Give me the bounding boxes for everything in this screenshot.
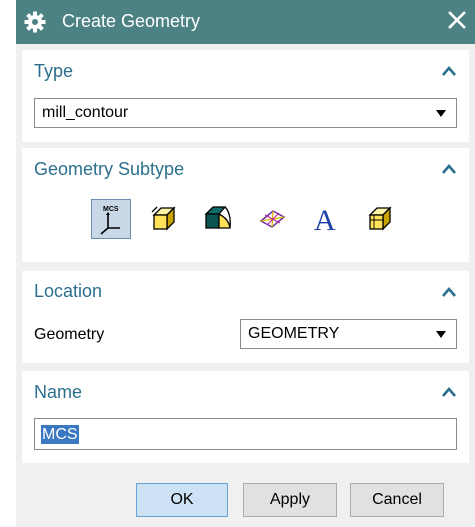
- ok-button[interactable]: OK: [136, 483, 228, 517]
- geometry-dropdown-value: GEOMETRY: [248, 325, 340, 342]
- mill-geom-icon: [368, 206, 392, 231]
- name-input-value: MCS: [41, 425, 79, 444]
- mill-boundary-subtype-button[interactable]: [253, 199, 293, 239]
- mill-geom-subtype-button[interactable]: [361, 199, 401, 239]
- mill-area-icon: [204, 206, 231, 229]
- mcs-icon: MCS: [100, 206, 120, 235]
- mill-text-subtype-button[interactable]: A: [307, 199, 347, 239]
- apply-button[interactable]: Apply: [243, 483, 337, 517]
- create-geometry-dialog: Create Geometry Type mill_contour Geomet…: [16, 0, 475, 527]
- mcs-icon-label: MCS: [103, 206, 119, 213]
- geometry-dropdown[interactable]: GEOMETRY: [240, 319, 457, 349]
- name-input[interactable]: MCS: [34, 418, 457, 450]
- mill-text-icon: A: [314, 204, 336, 235]
- mcs-subtype-button[interactable]: MCS: [91, 199, 131, 239]
- mill-text-icon-label: A: [314, 204, 336, 235]
- type-dropdown-value: mill_contour: [42, 104, 129, 121]
- chevron-up-icon[interactable]: [439, 162, 459, 176]
- chevron-down-icon: [436, 331, 446, 338]
- gear-icon: [24, 11, 46, 33]
- location-panel: Location Geometry GEOMETRY: [22, 271, 469, 363]
- type-dropdown[interactable]: mill_contour: [34, 98, 457, 128]
- geometry-label: Geometry: [34, 326, 105, 343]
- chevron-up-icon[interactable]: [439, 385, 459, 399]
- mill-boundary-icon: [259, 210, 286, 228]
- mill-area-subtype-button[interactable]: [199, 199, 239, 239]
- subtype-section-title: Geometry Subtype: [34, 159, 185, 179]
- chevron-down-icon: [436, 110, 446, 117]
- workpiece-icon: [151, 206, 176, 231]
- workpiece-subtype-button[interactable]: [145, 199, 185, 239]
- title-bar: Create Geometry: [16, 0, 475, 44]
- window-title: Create Geometry: [62, 11, 201, 31]
- name-section-title: Name: [34, 382, 83, 402]
- cancel-button[interactable]: Cancel: [350, 483, 444, 517]
- chevron-up-icon[interactable]: [439, 285, 459, 299]
- type-section-title: Type: [34, 61, 74, 81]
- chevron-up-icon[interactable]: [439, 64, 459, 78]
- location-section-title: Location: [34, 281, 103, 301]
- close-icon[interactable]: [445, 8, 469, 32]
- type-panel: Type mill_contour: [22, 50, 469, 142]
